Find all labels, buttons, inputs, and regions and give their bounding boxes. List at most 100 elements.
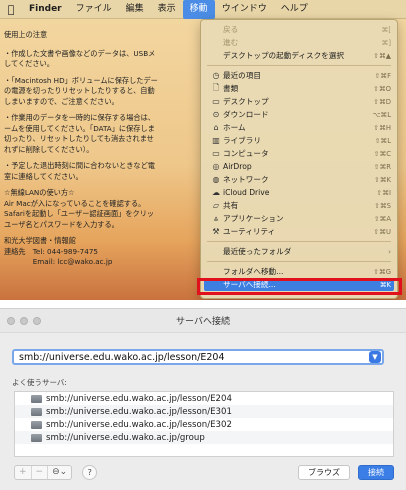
browse-button[interactable]: ブラウズ xyxy=(298,464,350,480)
menu-item-shortcut: ⌘] xyxy=(381,38,391,47)
apple-icon[interactable]:  xyxy=(0,3,22,16)
menu-item-shortcut: ⇧⌘K xyxy=(374,175,391,184)
favorite-servers-list: smb://universe.edu.wako.ac.jp/lesson/E20… xyxy=(14,391,394,457)
go-menu-item[interactable]: ▭ コンピュータ ⇧⌘C xyxy=(201,147,397,160)
go-menu-item[interactable]: ▥ ライブラリ ⇧⌘L xyxy=(201,134,397,147)
menu-item-shortcut: ⇧⌘F xyxy=(374,71,391,80)
menu-item-shortcut: ⇧⌘O xyxy=(373,84,391,93)
server-list-item[interactable]: smb://universe.edu.wako.ac.jp/lesson/E30… xyxy=(15,418,393,431)
menu-item-shortcut: ⇧⌘U xyxy=(373,227,391,236)
go-menu-item[interactable]: フォルダへ移動... ⇧⌘G xyxy=(201,265,397,278)
menu-view[interactable]: 表示 xyxy=(151,0,183,19)
menu-item-shortcut: ⇧⌘C xyxy=(373,149,391,158)
menu-item-label: 最近の項目 xyxy=(223,71,261,80)
go-menu-item[interactable]: ⚒ ユーティリティ ⇧⌘U xyxy=(201,225,397,238)
dialog-title: サーバへ接続 xyxy=(176,317,230,327)
server-drive-icon xyxy=(31,394,42,403)
menu-item-label: 最近使ったフォルダ xyxy=(223,247,292,256)
go-menu-item[interactable]: ▱ 共有 ⇧⌘S xyxy=(201,199,397,212)
menu-item-label: 共有 xyxy=(223,201,239,210)
menu-help[interactable]: ヘルプ xyxy=(274,0,315,19)
favorite-servers-label: よく使うサーバ: xyxy=(12,378,67,387)
server-address-value[interactable]: smb://universe.edu.wako.ac.jp/lesson/E20… xyxy=(14,352,369,363)
server-url: smb://universe.edu.wako.ac.jp/group xyxy=(46,432,205,443)
menu-edit[interactable]: 編集 xyxy=(119,0,151,19)
menu-item-shortcut: ⌘[ xyxy=(381,25,391,34)
more-options-button[interactable]: ⊖⌄ xyxy=(48,466,71,479)
help-button[interactable]: ? xyxy=(82,464,98,480)
menu-item-label: ユーティリティ xyxy=(223,227,276,236)
dialog-bottom-bar: + − ⊖⌄ ? ブラウズ 接続 xyxy=(14,462,394,482)
finder-screenshot:  Finder ファイル 編集 表示 移動 ウインドウ ヘルプ 使用上の注意 … xyxy=(0,0,406,300)
menu-item-shortcut: ⌥⌘L xyxy=(372,110,391,119)
server-url: smb://universe.edu.wako.ac.jp/lesson/E30… xyxy=(46,406,232,417)
menu-item-label: ライブラリ xyxy=(223,136,261,145)
close-button[interactable] xyxy=(7,316,15,325)
zoom-button[interactable] xyxy=(33,316,41,325)
menu-item-icon: ◍ xyxy=(212,175,220,184)
remove-server-button[interactable]: − xyxy=(32,465,49,479)
connect-to-server-dialog: サーバへ接続 smb://universe.edu.wako.ac.jp/les… xyxy=(0,308,406,490)
go-menu-item: 戻る ⌘[ xyxy=(201,23,397,36)
go-menu-item[interactable]: ☁ iCloud Drive ⇧⌘I xyxy=(201,186,397,199)
go-menu-item[interactable]: ⩓ アプリケーション ⇧⌘A xyxy=(201,212,397,225)
menu-item-label: フォルダへ移動... xyxy=(223,267,284,276)
menu-item-shortcut: ⇧⌘▲ xyxy=(373,51,391,60)
server-list-item[interactable]: smb://universe.edu.wako.ac.jp/lesson/E20… xyxy=(15,392,393,405)
menu-bar:  Finder ファイル 編集 表示 移動 ウインドウ ヘルプ xyxy=(0,0,406,19)
menu-separator xyxy=(207,261,391,262)
menu-separator xyxy=(207,65,391,66)
menu-item-shortcut: ⇧⌘H xyxy=(373,123,391,132)
add-server-button[interactable]: + xyxy=(15,465,32,479)
go-menu-item[interactable]: ⊙ ダウンロード ⌥⌘L xyxy=(201,108,397,121)
server-drive-icon xyxy=(31,407,42,416)
menu-item-icon: 🗋 xyxy=(212,82,220,92)
go-menu-item[interactable]: ⌂ ホーム ⇧⌘H xyxy=(201,121,397,134)
menu-item-shortcut: ⇧⌘D xyxy=(373,97,391,106)
go-menu-item[interactable]: デスクトップの起動ディスクを選択 ⇧⌘▲ xyxy=(201,49,397,62)
menu-item-icon: ⚒ xyxy=(212,227,220,236)
server-address-field[interactable]: smb://universe.edu.wako.ac.jp/lesson/E20… xyxy=(12,349,384,365)
menu-item-shortcut: ⇧⌘S xyxy=(374,201,391,210)
connect-button[interactable]: 接続 xyxy=(358,464,394,480)
menu-item-shortcut: ⇧⌘A xyxy=(373,214,391,223)
menu-go[interactable]: 移動 xyxy=(182,0,215,19)
dialog-titlebar: サーバへ接続 xyxy=(0,309,406,333)
highlight-frame xyxy=(197,278,402,295)
menu-item-label: AirDrop xyxy=(223,162,252,171)
menu-item-label: iCloud Drive xyxy=(223,188,270,197)
menu-item-icon: ⩓ xyxy=(213,213,219,223)
menu-item-shortcut: ⇧⌘L xyxy=(374,136,391,145)
menu-item-label: ホーム xyxy=(223,123,246,132)
server-list-item[interactable]: smb://universe.edu.wako.ac.jp/lesson/E30… xyxy=(15,405,393,418)
menu-separator xyxy=(207,241,391,242)
menu-item-label: デスクトップの起動ディスクを選択 xyxy=(223,51,344,60)
go-menu-item: 進む ⌘] xyxy=(201,36,397,49)
server-drive-icon xyxy=(31,420,42,429)
menu-finder[interactable]: Finder xyxy=(22,0,69,19)
menu-item-shortcut: ⇧⌘G xyxy=(373,267,391,276)
menu-window[interactable]: ウインドウ xyxy=(215,0,274,19)
go-menu-item[interactable]: 🗋 書類 ⇧⌘O xyxy=(201,82,397,95)
server-drive-icon xyxy=(31,433,42,442)
go-menu-item[interactable]: ◷ 最近の項目 ⇧⌘F xyxy=(201,69,397,82)
minimize-button[interactable] xyxy=(20,316,28,325)
menu-item-icon: ◷ xyxy=(212,71,220,80)
go-menu-item[interactable]: ▭ デスクトップ ⇧⌘D xyxy=(201,95,397,108)
menu-item-label: コンピュータ xyxy=(223,149,269,158)
go-menu: 戻る ⌘[ 進む ⌘] デスクトップの起動ディスクを選択 ⇧⌘▲ ◷ 最近の項目 ⇧⌘F 🗋 書類 ⇧… xyxy=(200,19,398,299)
chevron-down-icon[interactable]: ▼ xyxy=(369,351,381,363)
go-menu-item[interactable]: 最近使ったフォルダ › xyxy=(201,245,397,258)
window-controls xyxy=(0,316,41,325)
go-menu-item[interactable]: ◍ ネットワーク ⇧⌘K xyxy=(201,173,397,186)
menu-item-icon: ☁ xyxy=(212,188,220,197)
menu-item-label: ネットワーク xyxy=(223,175,269,184)
server-list-item[interactable]: smb://universe.edu.wako.ac.jp/group xyxy=(15,431,393,444)
menu-item-icon: ◎ xyxy=(212,162,220,171)
menu-item-label: 戻る xyxy=(223,25,239,34)
go-menu-item[interactable]: ◎ AirDrop ⇧⌘R xyxy=(201,160,397,173)
menu-item-label: アプリケーション xyxy=(223,214,284,223)
menu-item-shortcut: ⇧⌘R xyxy=(373,162,391,171)
menu-file[interactable]: ファイル xyxy=(69,0,119,19)
server-url: smb://universe.edu.wako.ac.jp/lesson/E20… xyxy=(46,393,232,404)
